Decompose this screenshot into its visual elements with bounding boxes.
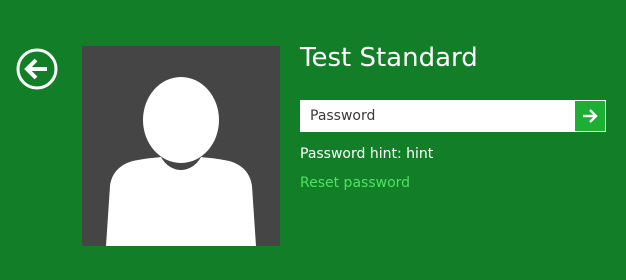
- password-input[interactable]: [300, 100, 568, 132]
- password-hint-label: Password hint:: [300, 146, 402, 162]
- password-hint: Password hint: hint: [300, 145, 433, 163]
- user-name: Test Standard: [300, 43, 478, 73]
- back-button[interactable]: [16, 48, 58, 90]
- right-arrow-icon: [583, 109, 598, 123]
- password-box: [300, 100, 606, 132]
- reset-password-link[interactable]: Reset password: [300, 174, 410, 192]
- back-arrow-icon: [16, 48, 58, 90]
- password-hint-value: hint: [406, 146, 434, 162]
- default-user-silhouette-icon: [106, 77, 256, 246]
- user-avatar: [82, 46, 280, 246]
- submit-button[interactable]: [575, 101, 605, 131]
